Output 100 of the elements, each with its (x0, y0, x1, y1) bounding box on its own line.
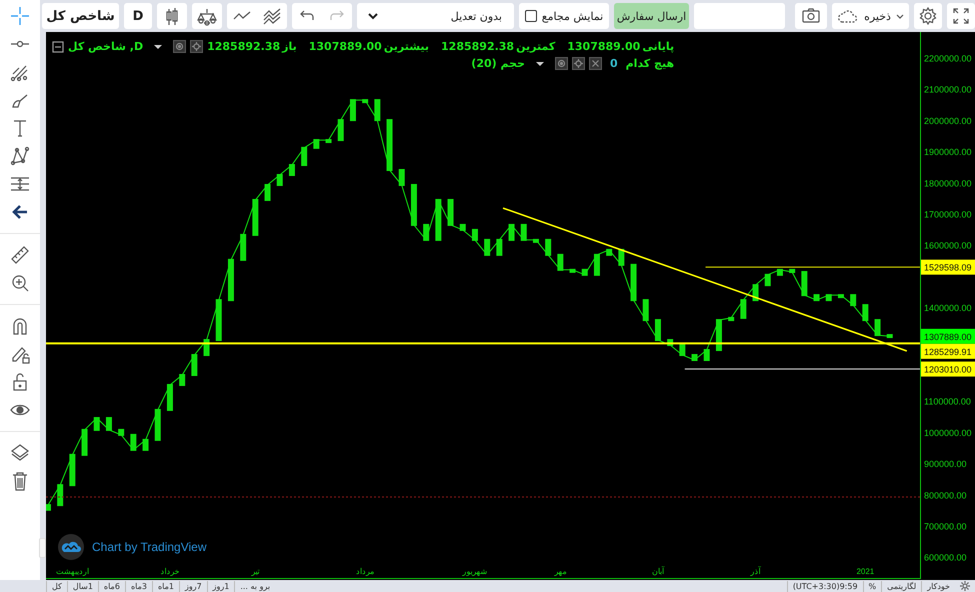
collapse-icon[interactable] (52, 40, 64, 52)
range-button[interactable]: 1سال (66, 580, 98, 592)
undo-button[interactable] (292, 3, 322, 29)
candle (106, 417, 112, 431)
auto-button[interactable]: خودکار (921, 580, 955, 592)
candle (874, 319, 881, 336)
candle (801, 271, 808, 296)
fullscreen-button[interactable] (947, 3, 975, 29)
legend-value: 1285892.38 (441, 40, 514, 53)
legend-label: کمترین (516, 40, 556, 53)
legend-label: پایانی (642, 40, 674, 53)
checkbox-label: نمایش مجامع (542, 10, 604, 22)
area-chart-icon (262, 6, 282, 26)
crosshair-icon[interactable] (9, 5, 31, 27)
candle (57, 484, 64, 506)
candle (410, 184, 417, 226)
candle (386, 119, 393, 171)
candle (313, 139, 320, 149)
attribution-link[interactable]: Chart by TradingView (92, 540, 207, 554)
settings-icon (918, 6, 938, 26)
order-button[interactable]: ارسال سفارش (614, 3, 689, 29)
candle (838, 294, 844, 298)
interval-button[interactable]: D (124, 3, 152, 29)
cloud-logo-icon (58, 534, 84, 560)
series-title: D, شاخص کل (68, 40, 144, 53)
candle (46, 504, 51, 511)
price-label: 1800000.00 (924, 178, 972, 188)
indicators-button[interactable] (192, 3, 222, 29)
range-button[interactable]: 7روز (178, 580, 207, 592)
time-label: آبان (652, 567, 664, 576)
adjustment-dropdown[interactable]: بدون تعدیل (357, 3, 514, 29)
chevron-down-icon (367, 11, 379, 21)
price-label: 1900000.00 (924, 147, 972, 158)
candle (692, 354, 698, 362)
symbol-button[interactable]: شاخص کل (42, 3, 119, 29)
settings-button[interactable] (914, 3, 942, 29)
range-button[interactable]: کل (46, 580, 67, 592)
candle (362, 99, 368, 104)
candle (240, 234, 246, 261)
study-source: هیچ کدام (626, 57, 674, 70)
line-chart-button[interactable] (227, 3, 257, 29)
fullscreen-icon (951, 6, 971, 26)
eye-icon[interactable] (554, 57, 568, 70)
screenshot-button[interactable] (795, 3, 827, 29)
candle (826, 294, 832, 302)
candle (679, 344, 686, 356)
time-label: تیر (251, 567, 260, 576)
price-label: 1700000.00 (924, 210, 972, 220)
scales-icon (196, 6, 218, 26)
candle (776, 268, 783, 276)
area-chart-button[interactable] (257, 3, 287, 29)
settings-icon[interactable] (190, 40, 204, 53)
caret-icon[interactable] (534, 60, 545, 68)
candle (142, 438, 149, 451)
price-tag: 1307889.00 (921, 328, 975, 344)
eye-icon[interactable] (173, 40, 186, 53)
candle (448, 198, 454, 226)
candle (166, 384, 173, 411)
candle (728, 316, 734, 322)
price-label: 2100000.00 (924, 84, 972, 95)
time-label: مرداد (356, 567, 374, 576)
ruler-icon[interactable] (9, 244, 31, 266)
caret-icon[interactable] (153, 42, 164, 50)
candle (557, 254, 564, 271)
candle (642, 299, 649, 322)
range-button[interactable]: 1روز (206, 580, 234, 592)
goto-button[interactable]: برو به ... (234, 580, 276, 592)
pattern-icon[interactable] (9, 145, 31, 167)
candle (508, 224, 515, 241)
save-button[interactable]: ذخیره (832, 3, 909, 29)
price-label: 600000.00 (924, 552, 967, 563)
candle (520, 224, 527, 241)
time-label: مهر (554, 567, 566, 576)
price-tag: 1203010.00 (921, 362, 975, 377)
settings-icon[interactable] (959, 580, 971, 592)
log-button[interactable]: لگاریتمی (881, 580, 922, 592)
candle (69, 454, 76, 486)
time-label: آذر (750, 567, 761, 576)
legend-label: باز (282, 40, 297, 53)
candle (191, 354, 198, 376)
percent-button[interactable]: % (862, 580, 882, 592)
candle (496, 238, 502, 256)
candle (764, 274, 771, 286)
settings-icon[interactable] (572, 57, 585, 70)
candle (374, 99, 380, 122)
legend-value: 1285892.38 (207, 40, 280, 53)
candle (484, 238, 490, 256)
chart-type-button[interactable] (157, 3, 187, 29)
collapse-handle[interactable] (39, 538, 46, 558)
candle (118, 428, 124, 436)
price-label: 1600000.00 (924, 240, 972, 251)
candle (423, 224, 430, 241)
candle (460, 224, 466, 231)
checkbox[interactable] (524, 10, 537, 22)
range-button[interactable]: 6ماه (98, 580, 125, 592)
close-icon[interactable] (588, 57, 602, 70)
candle (814, 294, 820, 302)
price-label: 900000.00 (924, 459, 967, 470)
range-button[interactable]: 3ماه (124, 580, 152, 592)
range-button[interactable]: 1ماه (152, 580, 179, 592)
